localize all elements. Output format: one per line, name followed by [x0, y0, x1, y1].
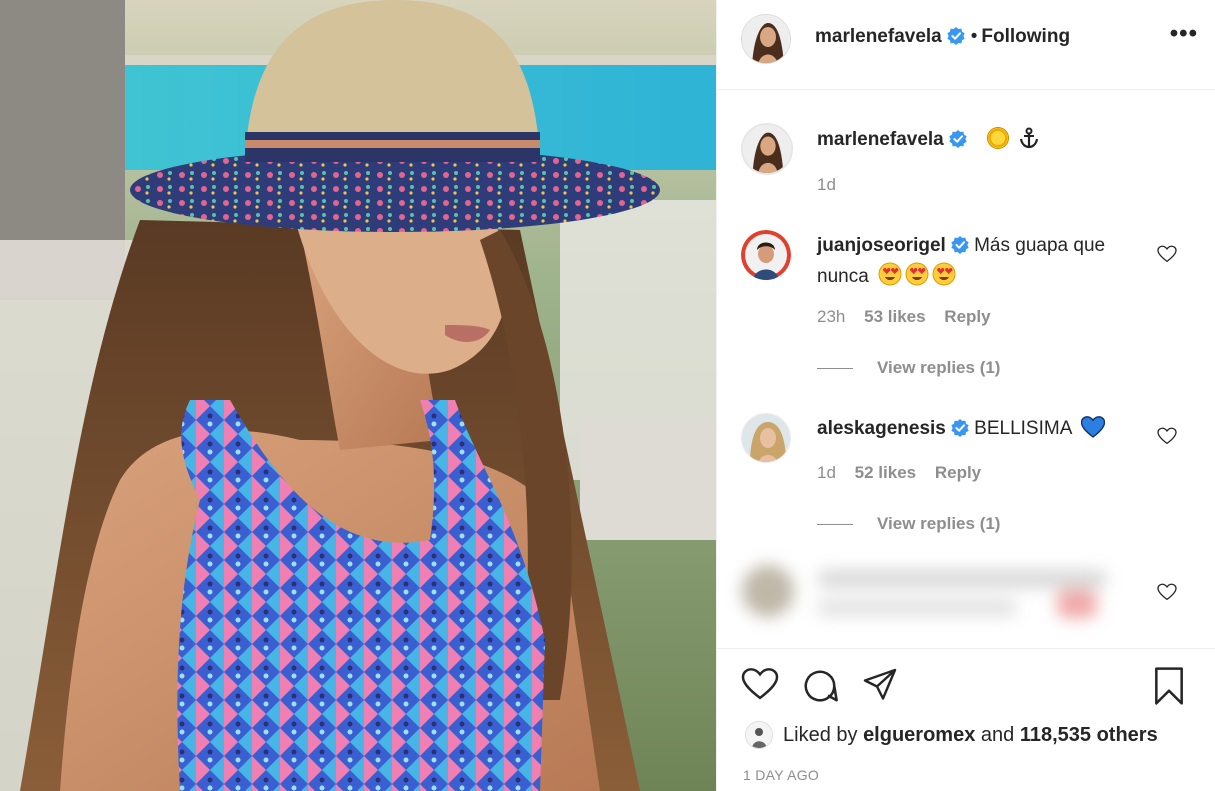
caption-meta: 1d — [817, 175, 850, 195]
liker-username[interactable]: elgueromex — [863, 724, 975, 747]
likes-summary: Liked by elgueromex and 118,535 others — [745, 721, 1158, 749]
comment-meta: 23h 53 likes Reply — [817, 307, 1005, 327]
follow-separator: • — [970, 26, 978, 47]
comment-like-heart-icon[interactable] — [1157, 245, 1177, 268]
instagram-post-view: marlenefavela • Following ••• marlenefavel… — [0, 0, 1215, 791]
caption-avatar-image — [743, 125, 791, 173]
verified-badge-icon — [951, 235, 969, 262]
comment-avatar[interactable] — [741, 413, 791, 463]
comment-body: juanjoseorigel Más guapa que nunca — [817, 232, 1147, 294]
view-replies-divider — [817, 367, 853, 369]
author-username[interactable]: marlenefavela — [815, 26, 942, 47]
comment-body: aleskagenesis BELLISIMA — [817, 415, 1147, 446]
blurred-emoji — [1057, 590, 1097, 618]
author-avatar[interactable] — [741, 14, 791, 64]
comment-avatar-image — [742, 414, 790, 462]
post-timestamp[interactable]: 1 DAY AGO — [743, 767, 819, 783]
verified-badge-icon — [951, 418, 969, 445]
following-button[interactable]: Following — [981, 26, 1070, 47]
blurred-comment — [737, 560, 1137, 630]
post-actions-bar: Liked by elgueromex and 118,535 others 1… — [717, 648, 1215, 791]
view-replies-label: View replies (1) — [877, 514, 1001, 533]
comment-author-username[interactable]: aleskagenesis — [817, 418, 946, 439]
comment-icon[interactable] — [801, 667, 839, 710]
author-avatar-image — [742, 15, 790, 63]
comment-avatar[interactable] — [741, 230, 791, 280]
verified-badge-icon — [949, 129, 967, 156]
anchor-emoji-icon — [1018, 127, 1040, 157]
heart-eyes-emoji-icon — [878, 262, 958, 294]
sun-emoji-icon — [987, 127, 1010, 149]
view-replies-button[interactable]: View replies (1) — [817, 514, 1000, 534]
caption-author-avatar[interactable] — [741, 123, 793, 175]
bookmark-icon[interactable] — [1152, 667, 1186, 710]
comment-time: 1d — [817, 463, 836, 482]
comment-meta: 1d 52 likes Reply — [817, 463, 995, 483]
post-side-panel: marlenefavela • Following ••• marlenefavel… — [716, 0, 1215, 791]
view-replies-label: View replies (1) — [877, 358, 1001, 377]
blurred-text-line — [817, 570, 1107, 588]
comment-likes[interactable]: 52 likes — [855, 463, 916, 482]
post-header: marlenefavela • Following ••• — [717, 0, 1215, 90]
comment-time: 23h — [817, 307, 846, 326]
comment-like-heart-icon[interactable] — [1157, 427, 1177, 450]
share-icon[interactable] — [861, 667, 899, 708]
comment-like-heart-icon[interactable] — [1157, 583, 1177, 606]
liker-avatar-image — [746, 722, 772, 748]
comment-reply-button[interactable]: Reply — [944, 307, 990, 326]
caption-author-username[interactable]: marlenefavela — [817, 129, 944, 150]
liked-by-joiner: and — [980, 723, 1015, 746]
photo-illustration — [0, 0, 716, 791]
view-replies-button[interactable]: View replies (1) — [817, 358, 1000, 378]
caption: marlenefavela — [817, 126, 1147, 157]
view-replies-divider — [817, 523, 853, 525]
comment-text: BELLISIMA — [974, 418, 1072, 439]
more-options-button[interactable]: ••• — [1170, 22, 1198, 46]
blurred-avatar — [742, 565, 794, 617]
blue-heart-emoji-icon — [1080, 416, 1105, 446]
blurred-text-line — [817, 600, 1017, 616]
post-header-title: marlenefavela • Following — [815, 26, 1070, 50]
caption-time: 1d — [817, 175, 836, 194]
others-likes-count[interactable]: 118,535 others — [1020, 724, 1158, 747]
liker-avatar[interactable] — [745, 721, 773, 749]
comment-reply-button[interactable]: Reply — [935, 463, 981, 482]
comment-likes[interactable]: 53 likes — [864, 307, 925, 326]
comment-author-username[interactable]: juanjoseorigel — [817, 235, 946, 256]
verified-badge-icon — [947, 27, 965, 50]
post-photo[interactable] — [0, 0, 716, 791]
liked-by-prefix: Liked by — [783, 723, 858, 746]
comment-avatar-image — [741, 230, 791, 280]
like-heart-icon[interactable] — [741, 667, 779, 706]
